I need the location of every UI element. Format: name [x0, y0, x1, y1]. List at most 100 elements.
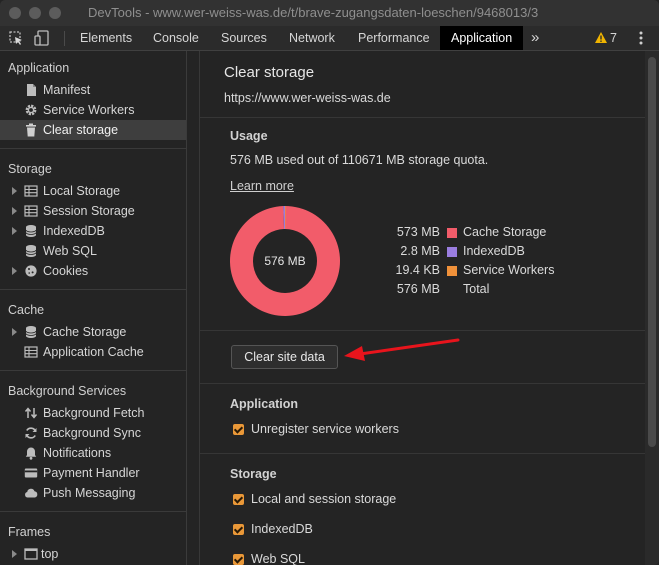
tab-network[interactable]: Network	[289, 26, 335, 50]
sidebar-item-label: Background Sync	[43, 426, 141, 440]
legend-name-indexeddb: IndexedDB	[463, 244, 525, 258]
expand-arrow-icon[interactable]	[12, 550, 17, 558]
sidebar-item-label: Payment Handler	[43, 466, 140, 480]
tab-application[interactable]: Application	[440, 26, 524, 50]
expand-arrow-icon[interactable]	[12, 267, 17, 275]
sidebar-item-label: Clear storage	[43, 123, 119, 137]
sidebar-item-label: Web SQL	[43, 244, 97, 258]
sidebar-item-cookies[interactable]: Cookies	[0, 261, 186, 281]
sidebar-item-label: top	[41, 547, 59, 561]
sidebar-item-session-storage[interactable]: Session Storage	[0, 201, 186, 221]
tab-console[interactable]: Console	[153, 26, 199, 50]
local-session-storage-checkbox[interactable]	[233, 494, 244, 505]
clear-storage-panel: Clear storage https://www.wer-weiss-was.…	[200, 51, 645, 565]
up-down-arrows-icon	[24, 407, 38, 419]
sidebar-heading-storage: Storage	[8, 162, 52, 176]
expand-arrow-icon[interactable]	[12, 187, 17, 195]
devtools-window: DevTools - www.wer-weiss-was.de/t/brave-…	[0, 0, 659, 565]
legend-value-indexeddb: 2.8 MB	[400, 244, 440, 258]
trash-icon	[26, 123, 36, 137]
cloud-icon	[25, 488, 38, 498]
sidebar-item-background-fetch[interactable]: Background Fetch	[0, 403, 186, 423]
warning-icon[interactable]	[595, 32, 607, 43]
sidebar-item-label: IndexedDB	[43, 224, 105, 238]
warning-count[interactable]: 7	[610, 26, 617, 50]
database-icon	[25, 326, 37, 338]
sidebar-item-service-workers[interactable]: Service Workers	[0, 100, 186, 120]
page-title: Clear storage	[224, 64, 315, 81]
web-sql-checkbox[interactable]	[233, 554, 244, 565]
sidebar-item-manifest[interactable]: Manifest	[0, 80, 186, 100]
sidebar-heading-application: Application	[8, 61, 70, 75]
sidebar-item-label: Cache Storage	[43, 325, 127, 339]
sidebar-divider	[0, 289, 186, 290]
sidebar-item-label: Service Workers	[43, 103, 135, 117]
unregister-service-workers-checkbox[interactable]	[233, 424, 244, 435]
expand-arrow-icon[interactable]	[12, 227, 17, 235]
grid-icon	[24, 185, 38, 197]
clear-site-data-button[interactable]: Clear site data	[231, 345, 338, 369]
scrollbar-thumb[interactable]	[648, 57, 656, 447]
document-icon	[27, 84, 36, 96]
minimize-window-button[interactable]	[29, 7, 41, 19]
cookie-icon	[25, 265, 37, 277]
sidebar-heading-cache: Cache	[8, 303, 45, 317]
credit-card-icon	[24, 468, 38, 478]
more-options-icon[interactable]	[638, 31, 644, 45]
device-toolbar-icon[interactable]	[34, 30, 50, 46]
sidebar-heading-background-services: Background Services	[8, 384, 127, 398]
tab-performance[interactable]: Performance	[358, 26, 430, 50]
section-divider	[200, 330, 645, 331]
usage-donut-chart: 576 MB	[230, 206, 340, 316]
usage-heading: Usage	[230, 129, 268, 143]
sidebar-item-local-storage[interactable]: Local Storage	[0, 181, 186, 201]
legend-value-total: 576 MB	[396, 282, 440, 296]
legend-swatch-cache-storage	[447, 228, 457, 238]
sidebar-divider	[0, 370, 186, 371]
sidebar-item-web-sql[interactable]: Web SQL	[0, 241, 186, 261]
learn-more-link[interactable]: Learn more	[230, 179, 294, 193]
grid-icon	[24, 346, 38, 358]
inspect-element-icon[interactable]	[9, 31, 24, 46]
sidebar-item-payment-handler[interactable]: Payment Handler	[0, 463, 186, 483]
sidebar-heading-frames: Frames	[8, 525, 51, 539]
sidebar-item-indexeddb[interactable]: IndexedDB	[0, 221, 186, 241]
legend-swatch-indexeddb	[447, 247, 457, 257]
panel-splitter[interactable]	[187, 51, 200, 565]
indexeddb-label: IndexedDB	[251, 522, 313, 536]
sidebar-item-label: Cookies	[43, 264, 89, 278]
expand-arrow-icon[interactable]	[12, 328, 17, 336]
local-session-storage-label: Local and session storage	[251, 492, 397, 506]
gear-icon	[25, 104, 37, 116]
tab-sources[interactable]: Sources	[221, 26, 267, 50]
window-title: DevTools - www.wer-weiss-was.de/t/brave-…	[88, 5, 539, 20]
tab-elements[interactable]: Elements	[80, 26, 132, 50]
more-tabs-button[interactable]: »	[531, 26, 539, 50]
sidebar-item-push-messaging[interactable]: Push Messaging	[0, 483, 186, 503]
zoom-window-button[interactable]	[49, 7, 61, 19]
unregister-service-workers-label: Unregister service workers	[251, 422, 399, 436]
sidebar-item-frame-top[interactable]: top	[0, 544, 186, 564]
sidebar-item-clear-storage[interactable]: Clear storage	[0, 120, 186, 140]
database-icon	[25, 225, 37, 237]
sidebar-item-cache-storage[interactable]: Cache Storage	[0, 322, 186, 342]
section-divider	[200, 117, 645, 118]
expand-arrow-icon[interactable]	[12, 207, 17, 215]
frame-icon	[24, 548, 38, 560]
sidebar-item-background-sync[interactable]: Background Sync	[0, 423, 186, 443]
tab-bar: Elements Console Sources Network Perform…	[0, 26, 659, 51]
main-scrollbar[interactable]	[645, 51, 659, 565]
legend-name-total: Total	[463, 282, 490, 296]
sidebar-divider	[0, 511, 186, 512]
application-section-heading: Application	[230, 397, 299, 411]
sidebar-item-label: Background Fetch	[43, 406, 145, 420]
sidebar-item-notifications[interactable]: Notifications	[0, 443, 186, 463]
legend-swatch-service-workers	[447, 266, 457, 276]
sidebar-divider	[0, 148, 186, 149]
indexeddb-checkbox[interactable]	[233, 524, 244, 535]
usage-summary: 576 MB used out of 110671 MB storage quo…	[230, 153, 489, 167]
sync-icon	[25, 427, 37, 439]
sidebar-item-application-cache[interactable]: Application Cache	[0, 342, 186, 362]
close-window-button[interactable]	[9, 7, 21, 19]
legend-name-cache-storage: Cache Storage	[463, 225, 547, 239]
